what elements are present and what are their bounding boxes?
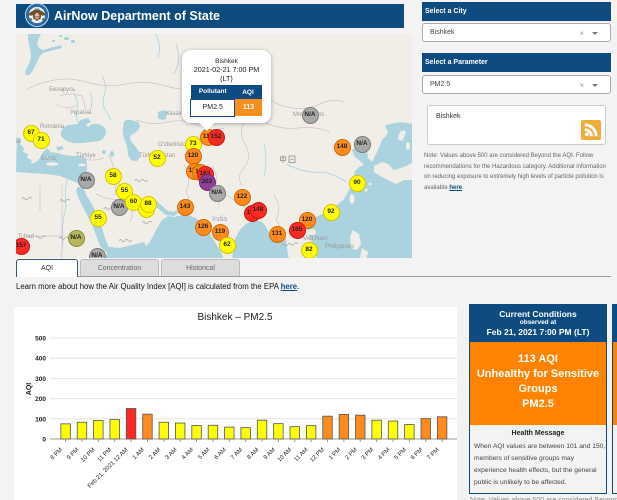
svg-text:3 AM: 3 AM xyxy=(165,447,179,461)
svg-text:400: 400 xyxy=(35,356,46,363)
svg-text:7 PM: 7 PM xyxy=(426,447,440,461)
svg-text:3 PM: 3 PM xyxy=(361,447,375,461)
svg-text:Bishkek – PM2.5: Bishkek – PM2.5 xyxy=(197,312,272,323)
svg-text:1 PM: 1 PM xyxy=(328,447,342,461)
svg-text:AQI: AQI xyxy=(26,383,33,396)
svg-text:6 PM: 6 PM xyxy=(410,447,424,461)
svg-text:4 PM: 4 PM xyxy=(377,447,391,461)
svg-text:1 AM: 1 AM xyxy=(132,447,146,461)
svg-text:5 PM: 5 PM xyxy=(394,447,408,461)
svg-text:5 AM: 5 AM xyxy=(197,447,211,461)
svg-text:7 AM: 7 AM xyxy=(230,447,244,461)
svg-text:0: 0 xyxy=(42,437,46,444)
svg-text:Philippines: Philippines xyxy=(325,244,354,250)
svg-text:India: India xyxy=(212,216,227,223)
svg-text:9 PM: 9 PM xyxy=(66,447,80,461)
svg-text:Ελλάς: Ελλάς xyxy=(41,155,57,162)
svg-text:2 AM: 2 AM xyxy=(148,447,162,461)
svg-text:Italia: Italia xyxy=(16,139,21,145)
svg-text:Україна: Україна xyxy=(70,110,92,116)
svg-text:500: 500 xyxy=(35,336,46,343)
svg-text:Беларусь: Беларусь xyxy=(49,87,75,93)
svg-text:Việt Nam: Việt Nam xyxy=(303,236,328,242)
svg-text:200: 200 xyxy=(35,396,46,403)
svg-text:11 AM: 11 AM xyxy=(294,447,310,463)
svg-text:8 AM: 8 AM xyxy=(247,447,261,461)
svg-text:300: 300 xyxy=(35,376,46,383)
svg-text:România: România xyxy=(40,124,65,130)
svg-text:12 PM: 12 PM xyxy=(309,447,326,464)
svg-text:Türkiye: Türkiye xyxy=(76,153,96,159)
svg-text:100: 100 xyxy=(35,416,46,423)
svg-text:9 AM: 9 AM xyxy=(263,447,277,461)
svg-text:8 PM: 8 PM xyxy=(50,447,64,461)
svg-text:10 AM: 10 AM xyxy=(277,447,293,463)
svg-text:10 PM: 10 PM xyxy=(80,447,97,464)
svg-text:6 AM: 6 AM xyxy=(214,447,228,461)
svg-text:4 AM: 4 AM xyxy=(181,447,195,461)
svg-text:2 PM: 2 PM xyxy=(345,447,359,461)
